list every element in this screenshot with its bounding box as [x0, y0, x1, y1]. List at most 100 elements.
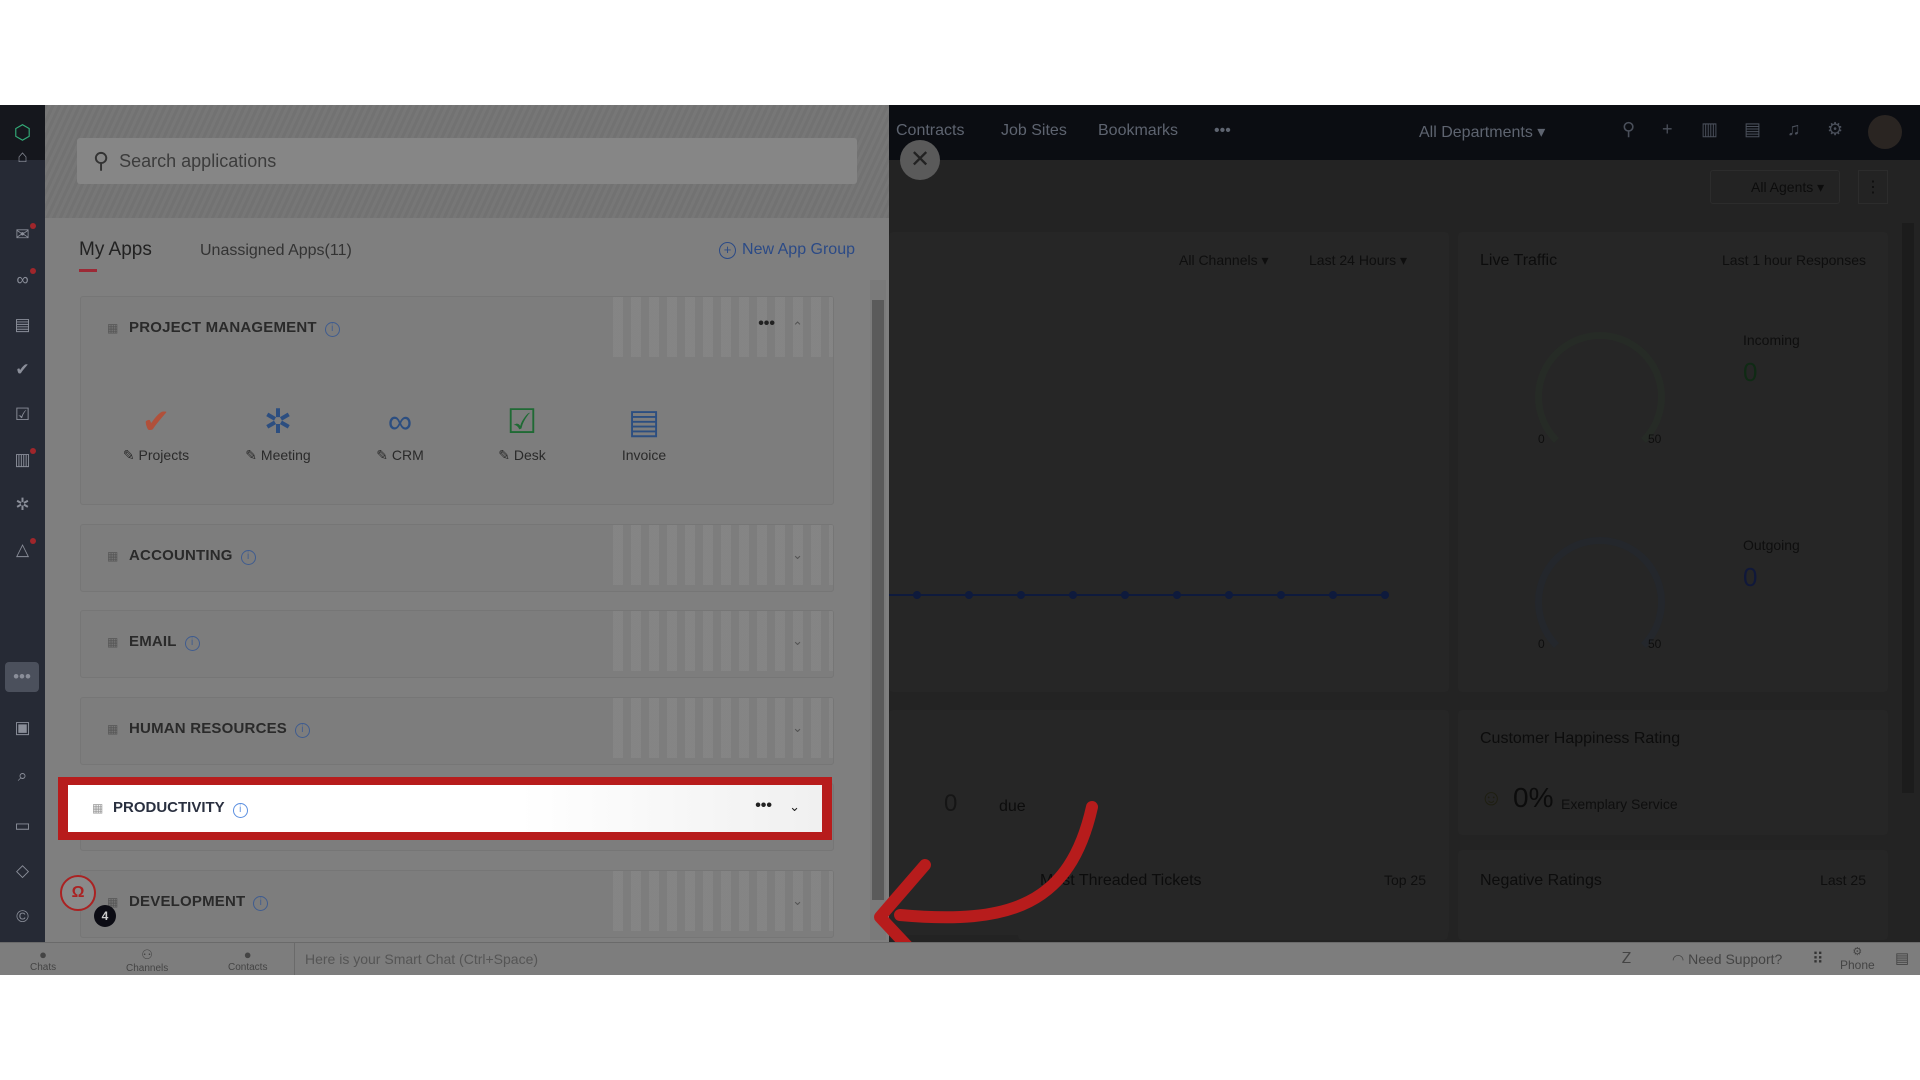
data-point: [1173, 591, 1181, 599]
info-icon[interactable]: i: [240, 550, 256, 565]
gear-icon[interactable]: ⚙: [1827, 119, 1843, 140]
group-email[interactable]: ▦ EMAIL i ⌄: [80, 610, 834, 678]
app-crm[interactable]: ∞ ✎ CRM: [355, 397, 445, 464]
app-label: Invoice: [621, 447, 667, 463]
dialpad-icon[interactable]: ⠿: [1812, 949, 1824, 969]
sites-icon[interactable]: △: [0, 535, 45, 565]
group-title: EMAIL: [129, 633, 177, 650]
phone-button[interactable]: ⚙ Phone: [1840, 945, 1875, 972]
desk-icon[interactable]: ☑: [0, 400, 45, 430]
group-development[interactable]: ▦ DEVELOPMENT i ⌄: [80, 870, 834, 938]
info-icon[interactable]: i: [324, 322, 340, 337]
chevron-down-icon[interactable]: ⌄: [792, 547, 803, 563]
data-point: [1277, 591, 1285, 599]
more-vertical-icon[interactable]: ⋮: [1858, 170, 1888, 204]
chats-button[interactable]: ● Chats: [30, 947, 56, 973]
chevron-up-icon[interactable]: ⌃: [792, 319, 803, 335]
happiness-title: Customer Happiness Rating: [1480, 730, 1681, 747]
data-point: [1069, 591, 1077, 599]
incoming-gauge: [1535, 332, 1665, 462]
crm-icon[interactable]: ∞: [0, 265, 45, 295]
channels-button[interactable]: ⚇ Channels: [126, 947, 168, 974]
info-icon[interactable]: i: [295, 723, 311, 738]
app-desk[interactable]: ☑ ✎ Desk: [477, 397, 567, 464]
group-productivity[interactable]: ▦ PRODUCTIVITY i ••• ⌄: [68, 785, 822, 832]
feed-icon[interactable]: ▤: [1744, 119, 1761, 140]
notes-icon[interactable]: ▤: [1895, 949, 1909, 967]
group-human-resources[interactable]: ▦ HUMAN RESOURCES i ⌄: [80, 697, 834, 765]
data-point: [1381, 591, 1389, 599]
search-placeholder: Search applications: [119, 150, 277, 171]
analytics-icon[interactable]: ▥: [0, 445, 45, 475]
contacts-button[interactable]: ● Contacts: [228, 947, 267, 973]
projects-icon[interactable]: ✔: [0, 355, 45, 385]
info-icon[interactable]: i: [253, 896, 269, 911]
mail-icon[interactable]: ✉: [0, 220, 45, 250]
department-selector[interactable]: All Departments ▾: [1419, 122, 1545, 142]
search-icon[interactable]: ⚲: [1622, 119, 1635, 140]
app-launcher-panel: ⚲ Search applications My Apps Unassigned…: [45, 105, 889, 942]
plus-circle-icon: +: [719, 242, 737, 259]
app-invoice[interactable]: ▤ Invoice: [599, 397, 689, 463]
group-title: ACCOUNTING: [129, 547, 233, 564]
store-icon[interactable]: ▥: [1701, 119, 1718, 140]
pin-icon: ✎: [376, 447, 388, 463]
info-icon[interactable]: i: [232, 803, 248, 818]
chevron-down-icon[interactable]: ⌄: [792, 893, 803, 909]
wallet-icon[interactable]: ▭: [0, 811, 45, 841]
search-app-icon[interactable]: ⌕: [0, 761, 45, 791]
nav-job-sites[interactable]: Job Sites: [1001, 122, 1067, 140]
group-icon: ▦: [107, 549, 119, 563]
happiness-card: Customer Happiness Rating ☺ 0% Exemplary…: [1458, 710, 1888, 835]
dashboard-scrollbar[interactable]: [1902, 223, 1914, 793]
info-icon[interactable]: i: [184, 636, 200, 651]
more-apps-icon[interactable]: •••: [5, 662, 39, 692]
chevron-down-icon[interactable]: ⌄: [789, 799, 800, 815]
more-options-icon[interactable]: •••: [755, 797, 772, 815]
app-projects[interactable]: ✔ ✎ Projects: [111, 397, 201, 464]
nav-bookmarks[interactable]: Bookmarks: [1098, 122, 1178, 140]
notes-icon[interactable]: ▣: [0, 713, 45, 743]
group-title: HUMAN RESOURCES: [129, 720, 288, 737]
tag-icon[interactable]: ◇: [0, 856, 45, 886]
app-label: Projects: [138, 447, 190, 463]
more-options-icon[interactable]: •••: [758, 315, 775, 333]
highlight-box: ▦ PRODUCTIVITY i ••• ⌄: [58, 777, 832, 840]
chevron-down-icon[interactable]: ⌄: [792, 633, 803, 649]
plus-icon[interactable]: +: [1662, 119, 1673, 140]
app-label: Desk: [513, 447, 546, 463]
nav-more[interactable]: •••: [1214, 122, 1231, 140]
outgoing-label: Outgoing: [1743, 537, 1800, 553]
translate-icon[interactable]: Ꮓ: [1622, 950, 1631, 967]
close-button[interactable]: ✕: [900, 140, 940, 180]
chevron-down-icon[interactable]: ⌄: [792, 720, 803, 736]
outgoing-gauge: [1535, 537, 1665, 667]
c-app-icon[interactable]: ©: [0, 902, 45, 932]
org-avatar[interactable]: Ω: [60, 875, 96, 911]
notification-badge: 4: [94, 905, 116, 927]
meeting-icon[interactable]: ✲: [0, 490, 45, 520]
group-icon: ▦: [107, 321, 119, 335]
tab-my-apps[interactable]: My Apps: [79, 239, 152, 272]
tab-unassigned-apps[interactable]: Unassigned Apps(11): [200, 242, 352, 260]
books-icon[interactable]: ▤: [0, 310, 45, 340]
smart-chat-input[interactable]: Here is your Smart Chat (Ctrl+Space): [305, 951, 538, 967]
all-agents-dropdown[interactable]: All Agents ▾: [1710, 170, 1840, 204]
need-support-button[interactable]: ◠ Need Support?: [1672, 951, 1782, 968]
pin-icon: ✎: [122, 447, 135, 463]
bell-icon[interactable]: ♫: [1787, 119, 1801, 140]
smiley-icon: ☺: [1480, 785, 1503, 810]
nav-contracts[interactable]: Contracts: [896, 122, 964, 140]
data-point: [1329, 591, 1337, 599]
home-icon[interactable]: ⌂: [0, 142, 45, 172]
user-avatar[interactable]: [1868, 115, 1902, 149]
incoming-label: Incoming: [1743, 332, 1800, 348]
group-accounting[interactable]: ▦ ACCOUNTING i ⌄: [80, 524, 834, 592]
incoming-value: 0: [1743, 357, 1758, 387]
happiness-percent: 0%: [1513, 782, 1554, 813]
app-meeting[interactable]: ✲ ✎ Meeting: [233, 397, 323, 464]
left-sidebar: ⬡ ⌂ ✉ ∞ ▤ ✔ ☑ ▥ ✲ △ ••• ▣ ⌕ ▭ ◇ ©: [0, 105, 45, 942]
search-input[interactable]: ⚲ Search applications: [77, 138, 857, 184]
new-app-group-button[interactable]: + New App Group: [719, 241, 855, 259]
bottom-bar: ● Chats ⚇ Channels ● Contacts Here is your …: [0, 942, 1920, 975]
